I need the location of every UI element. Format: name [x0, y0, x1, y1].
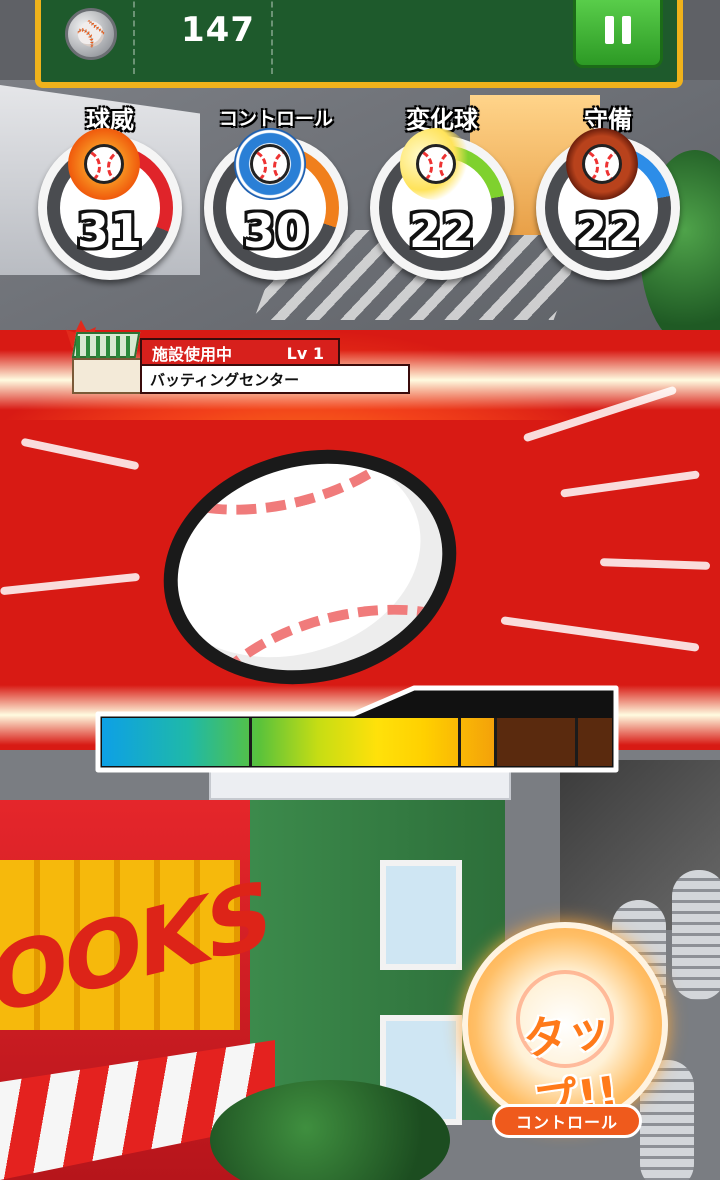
fireball-icon	[68, 128, 140, 200]
power-meter-fill	[102, 718, 495, 766]
tap-button-label[interactable]: コントロール	[492, 1104, 642, 1138]
glove-icon	[566, 128, 638, 200]
baseball-icon	[582, 144, 622, 184]
pause-button[interactable]	[573, 0, 663, 68]
coin-stack-icon	[672, 870, 720, 1000]
speed-line	[560, 470, 700, 498]
power-meter-tick	[575, 718, 579, 766]
facility-net	[76, 336, 136, 358]
pause-icon	[605, 16, 614, 44]
batting-center-icon	[66, 320, 144, 396]
facility-banner: 施設使用中 Lv 1 バッティングセンター	[66, 318, 410, 398]
coin-icon: ⚾	[65, 8, 117, 60]
coin-count: 147	[181, 10, 255, 50]
facility-level: Lv 1	[286, 343, 324, 363]
stat-value: 30	[242, 204, 309, 258]
power-meter	[92, 684, 622, 776]
facility-wall	[72, 358, 142, 394]
baseball-icon	[250, 144, 290, 184]
stat-control: コントロール 30	[196, 100, 356, 290]
stat-value: 31	[76, 204, 143, 258]
stat-value: 22	[574, 204, 641, 258]
baseball-icon	[416, 144, 456, 184]
window	[380, 860, 462, 970]
power-meter-tick	[493, 718, 497, 766]
power-meter-tick	[248, 718, 252, 766]
stat-breaking-ball: 変化球 22	[362, 100, 522, 290]
stat-velocity: 球威 31	[30, 100, 190, 290]
speed-line	[20, 437, 140, 471]
power-meter-bar	[102, 718, 612, 766]
baseball-icon	[84, 144, 124, 184]
speed-line	[599, 558, 711, 570]
crosshair-icon	[234, 128, 306, 200]
divider	[271, 0, 273, 74]
divider	[133, 0, 135, 74]
tap-button[interactable]: タップ!!	[462, 922, 668, 1129]
power-meter-empty	[494, 718, 612, 766]
facility-status: 施設使用中	[152, 345, 233, 364]
top-hud-bar: ⚾ 147	[35, 0, 683, 88]
pause-icon	[622, 16, 631, 44]
facility-name: バッティングセンター	[140, 364, 410, 394]
curveball-icon	[400, 128, 472, 200]
stat-defense: 守備 22	[528, 100, 688, 290]
stat-label: コントロール	[218, 108, 333, 130]
speed-line	[0, 572, 141, 596]
stat-value: 22	[408, 204, 475, 258]
facility-status-tag: 施設使用中 Lv 1	[140, 338, 340, 366]
power-meter-tick	[458, 718, 461, 766]
speed-line	[500, 616, 700, 652]
